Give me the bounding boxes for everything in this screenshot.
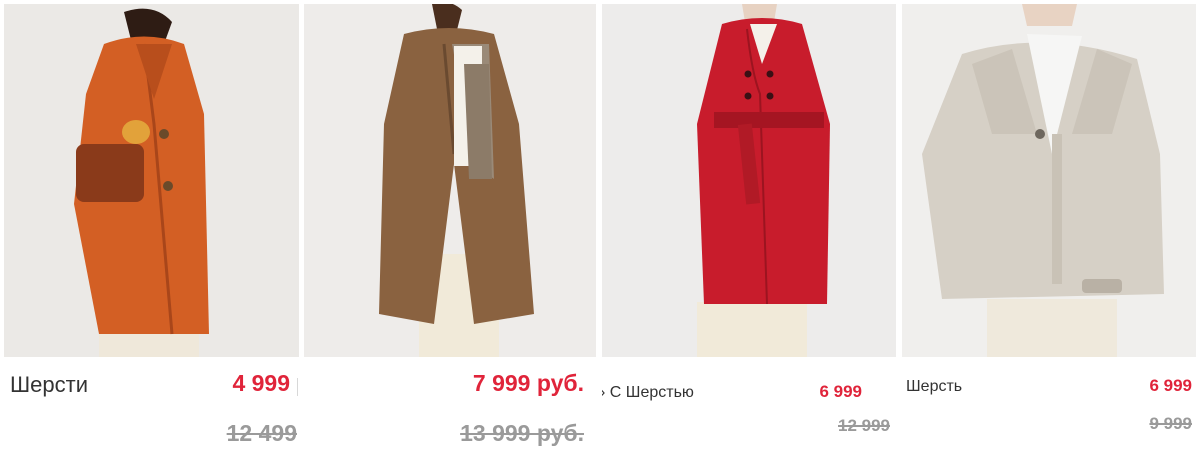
product-title[interactable]: › С Шерстью	[602, 384, 694, 402]
product-card[interactable]: Шерсть 6 999 9 999	[902, 0, 1196, 454]
sale-price: 6 999	[819, 382, 862, 401]
product-card[interactable]: Шерсти 4 999 12 499	[4, 0, 299, 454]
product-image-beige-jacket[interactable]	[902, 4, 1196, 357]
old-price: 9 999	[1149, 414, 1192, 433]
product-image-brown-coat[interactable]	[304, 4, 596, 357]
sale-price: 7 999 руб.	[472, 370, 584, 396]
sale-price: 6 999	[1149, 376, 1192, 395]
product-image-red-coat[interactable]	[602, 4, 896, 357]
divider	[297, 378, 298, 396]
old-price: 13 999 руб.	[460, 420, 584, 446]
product-card[interactable]: 7 999 руб. 13 999 руб.	[304, 0, 596, 454]
old-price: 12 999	[838, 416, 890, 435]
product-title[interactable]: Шерсть	[906, 378, 962, 396]
product-image-orange-coat[interactable]	[4, 4, 299, 357]
old-price: 12 499	[226, 420, 297, 446]
sale-price: 4 999	[232, 370, 290, 396]
product-card[interactable]: › С Шерстью 6 999 12 999	[602, 0, 896, 454]
product-title[interactable]: Шерсти	[10, 372, 88, 398]
